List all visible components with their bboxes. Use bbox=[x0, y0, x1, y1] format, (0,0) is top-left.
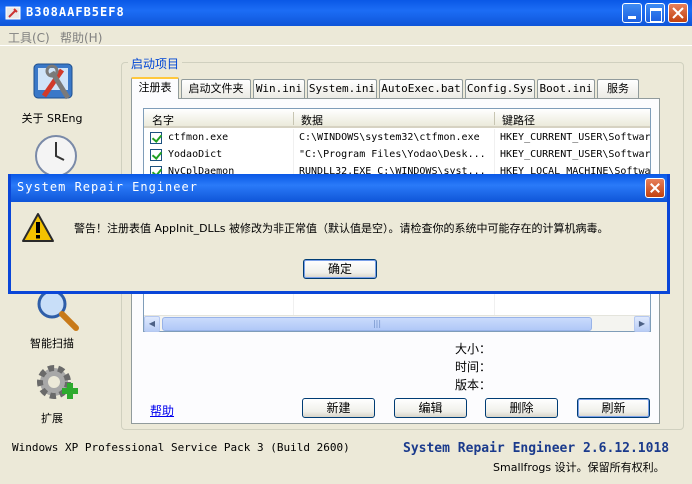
horizontal-scrollbar[interactable]: ◀ ||| ▶ bbox=[144, 315, 650, 332]
scroll-left-button[interactable]: ◀ bbox=[144, 316, 160, 332]
tab-config-sys[interactable]: Config.Sys bbox=[465, 79, 535, 98]
minimize-button[interactable] bbox=[622, 3, 642, 23]
column-divider[interactable] bbox=[293, 112, 294, 125]
new-button[interactable]: 新建 bbox=[302, 398, 375, 418]
os-info: Windows XP Professional Service Pack 3 (… bbox=[12, 441, 350, 454]
menu-tools[interactable]: 工具(C) bbox=[8, 29, 50, 46]
tab-services[interactable]: 服务 bbox=[597, 79, 639, 98]
nav-item-smart-scan[interactable]: 智能扫描 bbox=[12, 294, 92, 352]
tab-autoexec-bat[interactable]: AutoExec.bat bbox=[379, 79, 463, 98]
close-button[interactable] bbox=[668, 3, 688, 23]
tab-registry[interactable]: 注册表 bbox=[131, 77, 179, 99]
clock-icon bbox=[35, 135, 77, 174]
delete-button[interactable]: 删除 bbox=[485, 398, 558, 418]
cell-key-path: HKEY_CURRENT_USER\Softwar bbox=[500, 149, 650, 160]
cell-data: C:\WINDOWS\system32\ctfmon.exe bbox=[299, 132, 480, 143]
table-row[interactable]: YodaoDict "C:\Program Files\Yodao\Desk..… bbox=[144, 147, 650, 164]
cell-name: YodaoDict bbox=[168, 149, 223, 160]
column-header-name[interactable]: 名字 bbox=[152, 112, 174, 128]
nav-label-extensions: 扩展 bbox=[41, 412, 63, 425]
column-header-key-path[interactable]: 键路径 bbox=[502, 112, 535, 128]
tab-boot-ini[interactable]: Boot.ini bbox=[537, 79, 595, 98]
maximize-button[interactable] bbox=[645, 3, 665, 23]
edit-button[interactable]: 编辑 bbox=[394, 398, 467, 418]
close-icon bbox=[672, 7, 684, 19]
copyright-text: Smallfrogs 设计。保留所有权利。 bbox=[493, 461, 665, 474]
warning-dialog: System Repair Engineer 警告！注册表值 AppInit_D… bbox=[8, 174, 670, 294]
size-label: 大小： bbox=[455, 342, 492, 356]
scroll-right-button[interactable]: ▶ bbox=[634, 316, 650, 332]
cell-data: "C:\Program Files\Yodao\Desk... bbox=[299, 149, 486, 160]
nav-label-about: 关于 SREng bbox=[21, 112, 83, 125]
version-label: 版本： bbox=[455, 378, 492, 392]
menu-help[interactable]: 帮助(H) bbox=[60, 29, 102, 46]
warning-icon bbox=[22, 213, 54, 242]
scroll-thumb[interactable]: ||| bbox=[162, 317, 592, 331]
nav-label-smart-scan: 智能扫描 bbox=[30, 337, 74, 350]
menu-bar: 工具(C) 帮助(H) bbox=[0, 26, 692, 46]
nav-item-extensions[interactable]: 扩展 bbox=[12, 360, 92, 426]
ok-button[interactable]: 确定 bbox=[303, 259, 377, 279]
list-header: 名字 数据 键路径 bbox=[144, 109, 650, 128]
dialog-close-button[interactable] bbox=[645, 178, 665, 198]
magnifier-icon bbox=[37, 294, 79, 331]
gear-plus-icon bbox=[37, 365, 78, 399]
dialog-title-bar: System Repair Engineer bbox=[11, 174, 667, 202]
cell-key-path: HKEY_CURRENT_USER\Softwar bbox=[500, 132, 650, 143]
group-title: 启动项目 bbox=[128, 55, 183, 72]
tab-win-ini[interactable]: Win.ini bbox=[253, 79, 305, 98]
tab-system-ini[interactable]: System.ini bbox=[307, 79, 377, 98]
product-brand: System Repair Engineer 2.6.12.1018 bbox=[403, 441, 670, 456]
refresh-button[interactable]: 刷新 bbox=[577, 398, 650, 418]
table-row[interactable]: ctfmon.exe C:\WINDOWS\system32\ctfmon.ex… bbox=[144, 130, 650, 147]
row-checkbox[interactable] bbox=[150, 149, 162, 161]
time-label: 时间： bbox=[455, 360, 492, 374]
row-checkbox[interactable] bbox=[150, 132, 162, 144]
column-header-data[interactable]: 数据 bbox=[301, 112, 323, 128]
tools-icon bbox=[33, 63, 73, 100]
tab-startup-folder[interactable]: 启动文件夹 bbox=[181, 79, 251, 98]
app-icon bbox=[5, 6, 21, 20]
column-divider[interactable] bbox=[494, 112, 495, 125]
dialog-message: 警告！注册表值 AppInit_DLLs 被修改为非正常值（默认值是空）。请检查… bbox=[74, 222, 609, 235]
cell-name: ctfmon.exe bbox=[168, 132, 229, 143]
nav-item-about[interactable]: 关于 SREng bbox=[12, 58, 92, 128]
dialog-title: System Repair Engineer bbox=[17, 180, 198, 194]
title-bar: B308AAFB5EF8 bbox=[0, 0, 692, 26]
window-title: B308AAFB5EF8 bbox=[26, 5, 125, 19]
nav-item-startup[interactable] bbox=[12, 134, 92, 174]
help-link[interactable]: 帮助 bbox=[150, 402, 174, 419]
